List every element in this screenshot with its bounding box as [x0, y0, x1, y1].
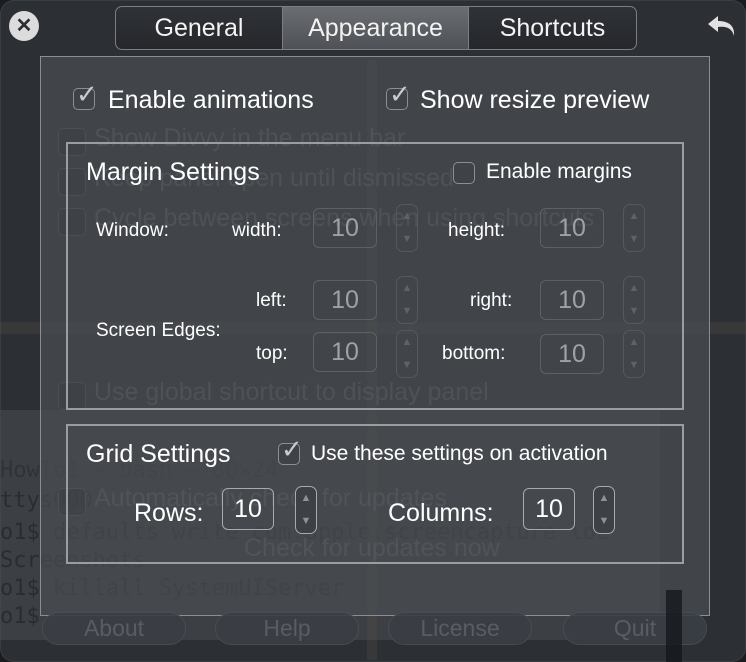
width-stepper[interactable]: ▲ ▼ [396, 204, 418, 252]
back-button[interactable] [704, 10, 740, 42]
columns-field[interactable]: 10 [523, 488, 575, 530]
enable-animations-checkbox[interactable]: ✓ [73, 81, 98, 110]
undo-arrow-icon [708, 16, 735, 36]
left-field[interactable]: 10 [313, 280, 377, 320]
enable-animations-label: Enable animations [108, 86, 314, 114]
arrow-up-icon: ▲ [628, 336, 640, 348]
license-button[interactable]: License [388, 612, 532, 645]
top-field[interactable]: 10 [313, 332, 377, 372]
close-icon: ✕ [15, 15, 33, 37]
columns-label: Columns: [388, 499, 494, 527]
tab-shortcuts[interactable]: Shortcuts [469, 7, 636, 49]
width-label: width: [232, 220, 282, 241]
arrow-up-icon: ▲ [628, 282, 640, 294]
background-scrollbar [666, 590, 682, 662]
margin-settings-title: Margin Settings [86, 158, 260, 186]
left-stepper[interactable]: ▲ ▼ [396, 276, 418, 324]
arrow-down-icon: ▼ [300, 515, 312, 527]
bottom-label: bottom: [442, 343, 506, 364]
arrow-up-icon: ▲ [401, 336, 413, 348]
arrow-down-icon: ▼ [401, 233, 413, 245]
checkmark-icon: ✓ [389, 79, 411, 109]
checkmark-icon: ✓ [76, 79, 98, 109]
tab-appearance[interactable]: Appearance [283, 7, 469, 49]
top-label: top: [256, 343, 288, 364]
right-field[interactable]: 10 [540, 280, 604, 320]
width-field[interactable]: 10 [313, 208, 377, 248]
show-resize-preview-checkbox[interactable]: ✓ [386, 81, 411, 110]
arrow-down-icon: ▼ [628, 305, 640, 317]
left-label: left: [256, 290, 287, 311]
window-label: Window: [96, 220, 169, 241]
close-button[interactable]: ✕ [9, 11, 39, 41]
bottom-stepper[interactable]: ▲ ▼ [623, 330, 645, 378]
right-stepper[interactable]: ▲ ▼ [623, 276, 645, 324]
about-button[interactable]: About [42, 612, 186, 645]
arrow-up-icon: ▲ [401, 210, 413, 222]
bottom-field[interactable]: 10 [540, 334, 604, 374]
arrow-down-icon: ▼ [628, 233, 640, 245]
arrow-up-icon: ▲ [401, 282, 413, 294]
arrow-down-icon: ▼ [401, 305, 413, 317]
terminal-line: o1$ [0, 604, 40, 629]
show-resize-preview-label: Show resize preview [420, 86, 650, 114]
rows-label: Rows: [134, 499, 204, 527]
columns-stepper[interactable]: ▲ ▼ [593, 486, 615, 534]
tab-general[interactable]: General [116, 7, 283, 49]
enable-margins-label: Enable margins [486, 160, 632, 183]
arrow-down-icon: ▼ [598, 515, 610, 527]
divvy-preferences-window: HowTo1 — bash — 80×24 ttys000 o1$ defaul… [0, 0, 746, 662]
arrow-up-icon: ▲ [598, 492, 610, 504]
right-label: right: [470, 290, 513, 311]
quit-button[interactable]: Quit [563, 612, 707, 645]
arrow-down-icon: ▼ [628, 359, 640, 371]
arrow-up-icon: ▲ [628, 210, 640, 222]
use-on-activation-label: Use these settings on activation [311, 442, 608, 465]
rows-stepper[interactable]: ▲ ▼ [295, 486, 317, 534]
height-label: height: [448, 220, 506, 241]
rows-field[interactable]: 10 [222, 488, 274, 530]
arrow-down-icon: ▼ [401, 359, 413, 371]
tab-bar: General Appearance Shortcuts [115, 6, 637, 50]
height-stepper[interactable]: ▲ ▼ [623, 204, 645, 252]
arrow-up-icon: ▲ [300, 492, 312, 504]
grid-settings-title: Grid Settings [86, 440, 231, 468]
top-stepper[interactable]: ▲ ▼ [396, 330, 418, 378]
height-field[interactable]: 10 [540, 208, 604, 248]
use-on-activation-checkbox[interactable]: ✓ [278, 436, 303, 465]
help-button[interactable]: Help [215, 612, 359, 645]
enable-margins-checkbox[interactable] [453, 162, 475, 184]
checkmark-icon: ✓ [281, 434, 303, 464]
screen-edges-label: Screen Edges: [96, 320, 221, 341]
